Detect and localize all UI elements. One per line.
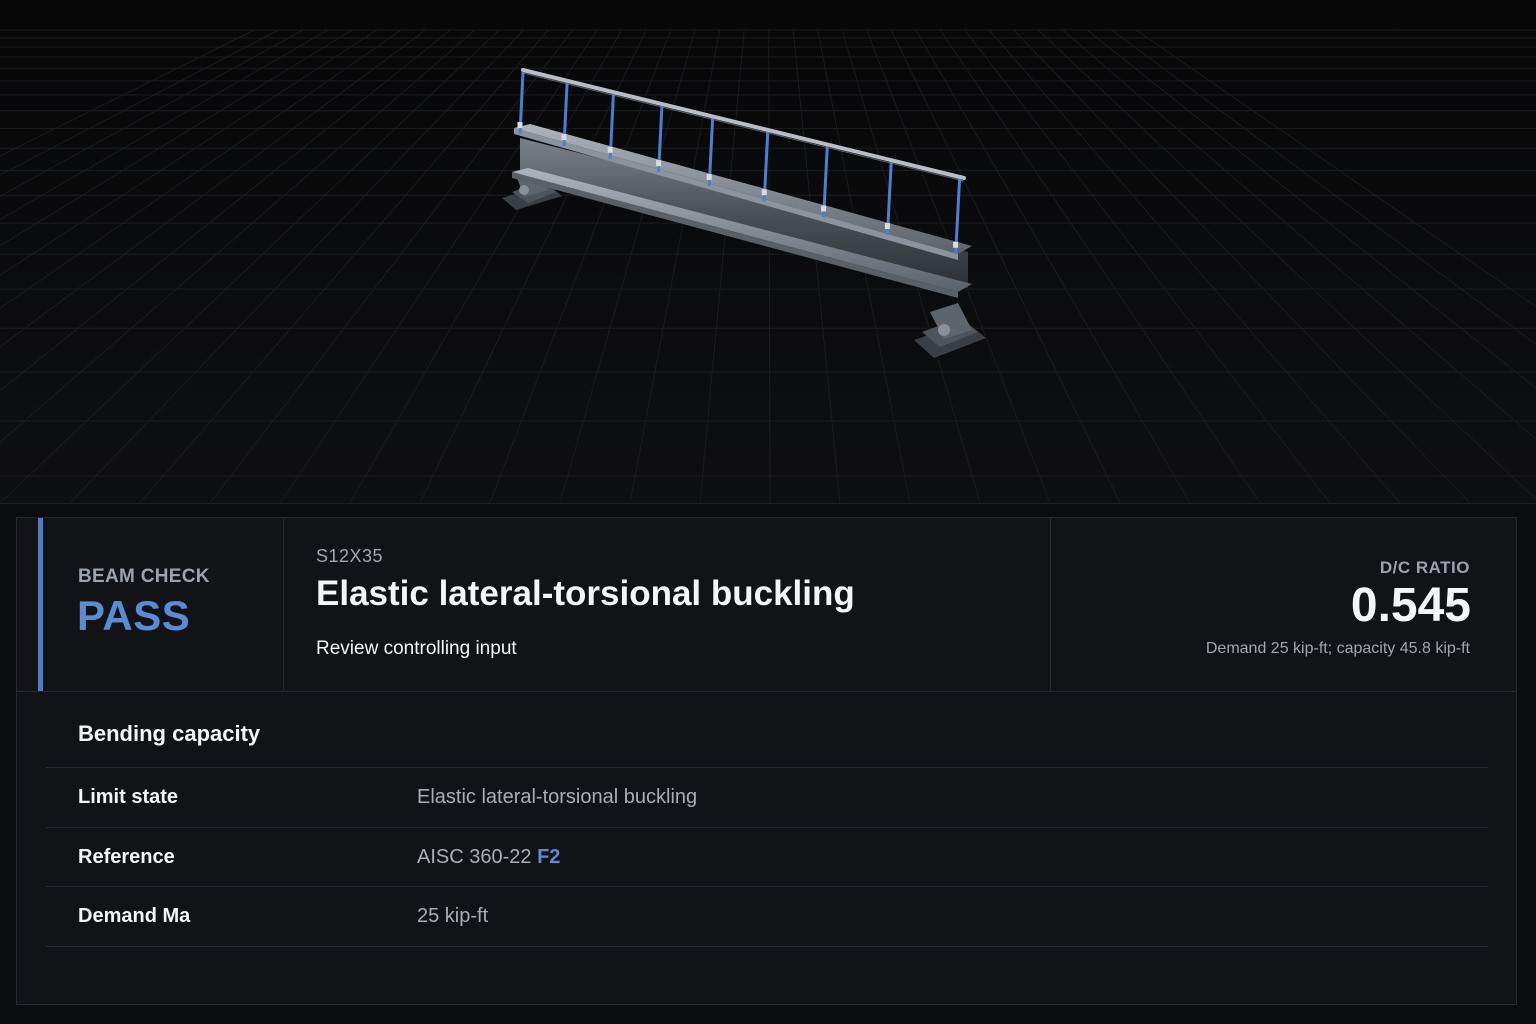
title-cell: S12X35 Elastic lateral-torsional bucklin…: [284, 518, 1051, 691]
post-clamp: [761, 189, 767, 196]
ratio-cell: D/C RATIO 0.545 Demand 25 kip-ft; capaci…: [1051, 518, 1516, 691]
status-cell: BEAM CHECK PASS: [17, 518, 284, 691]
post-clamp: [821, 205, 827, 212]
detail-row-demand: Demand Ma 25 kip-ft: [46, 886, 1488, 947]
post-clamp: [706, 174, 712, 181]
result-summary: BEAM CHECK PASS S12X35 Elastic lateral-t…: [17, 518, 1516, 692]
ratio-label: D/C RATIO: [1379, 558, 1470, 577]
row-label: Limit state: [78, 786, 179, 808]
page-title: Elastic lateral-torsional buckling: [316, 574, 855, 613]
post-clamp: [517, 122, 523, 128]
row-label: Reference: [78, 846, 175, 868]
detail-row-limit-state: Limit state Elastic lateral-torsional bu…: [46, 767, 1488, 827]
3d-viewport[interactable]: [0, 0, 1536, 504]
row-value: 25 kip-ft: [417, 905, 489, 927]
beam-model-render: [0, 0, 1536, 503]
row-label: Demand Ma: [78, 905, 191, 927]
detail-row-reference: Reference AISC 360-22 F2: [46, 827, 1488, 887]
post-clamp: [953, 241, 959, 248]
post-clamp: [884, 223, 890, 230]
reference-link[interactable]: F2: [537, 846, 560, 868]
ratio-detail: Demand 25 kip-ft; capacity 45.8 kip-ft: [1205, 640, 1470, 657]
post-clamp: [607, 146, 613, 153]
row-value: AISC 360-22 F2: [417, 846, 560, 869]
status-badge: PASS: [77, 592, 191, 639]
status-kicker: BEAM CHECK: [78, 566, 210, 587]
beam-check-panel: BEAM CHECK PASS S12X35 Elastic lateral-t…: [16, 517, 1517, 1005]
ratio-value: 0.545: [1350, 579, 1471, 632]
row-value: Elastic lateral-torsional buckling: [417, 786, 698, 808]
section-heading: Bending capacity: [78, 721, 261, 746]
review-input-link[interactable]: Review controlling input: [316, 638, 517, 660]
section-code: S12X35: [316, 546, 384, 566]
post-clamp: [561, 134, 567, 141]
reference-text: AISC 360-22: [417, 846, 538, 868]
post-clamp: [656, 160, 662, 167]
status-accent-bar: [38, 518, 43, 691]
